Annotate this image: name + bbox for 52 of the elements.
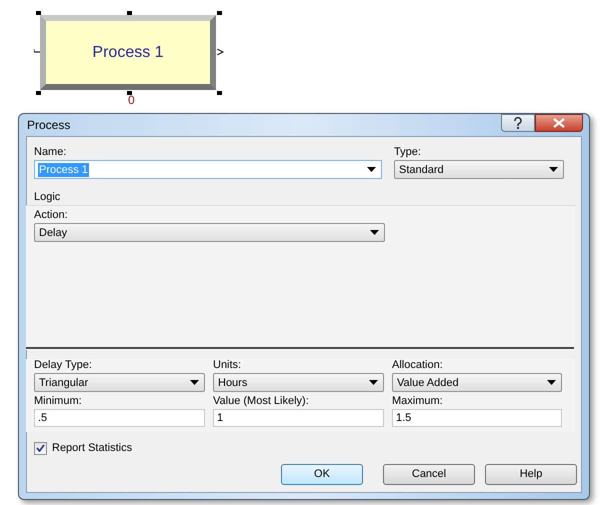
dropdown-arrow-icon <box>367 167 376 172</box>
field-value: Standard <box>398 162 445 176</box>
selection-handle[interactable] <box>127 11 132 15</box>
exit-point-icon <box>217 49 224 55</box>
field-label: Minimum: <box>34 395 83 408</box>
dropdown[interactable]: Triangular <box>34 373 205 392</box>
window-title: Process <box>27 117 70 134</box>
type-dropdown[interactable]: Standard <box>394 160 564 179</box>
selection-handle[interactable] <box>36 91 41 95</box>
field-value: Hours <box>217 376 248 390</box>
text-field[interactable]: 1 <box>213 409 384 427</box>
selection-handle[interactable] <box>36 11 41 15</box>
field-label: Allocation: <box>392 359 444 372</box>
field-value: Process 1 <box>38 162 89 176</box>
selection-handle[interactable] <box>217 91 222 95</box>
help-button[interactable] <box>501 114 535 132</box>
dropdown-arrow-icon <box>370 230 379 235</box>
dialog-button[interactable]: Cancel <box>383 464 475 484</box>
dropdown-arrow-icon <box>549 167 558 172</box>
field-value: Triangular <box>38 376 90 390</box>
field-label: Delay Type: <box>34 359 93 372</box>
field-label: Value (Most Likely): <box>213 395 310 408</box>
checkbox-label: Report Statistics <box>52 441 132 456</box>
process-module[interactable]: Process 1 <box>40 15 216 90</box>
action-dropdown[interactable]: Delay <box>34 223 385 242</box>
dialog-button[interactable]: Help <box>485 464 577 484</box>
field-label: Name: <box>34 146 68 159</box>
dialog-button[interactable]: OK <box>281 464 363 484</box>
field-label: Maximum: <box>392 395 444 408</box>
field-value: Delay <box>38 226 68 240</box>
entry-point-icon <box>34 49 40 53</box>
dropdown[interactable]: Value Added <box>392 373 562 392</box>
dropdown-arrow-icon <box>190 380 199 385</box>
checkbox[interactable] <box>34 442 47 455</box>
text-field[interactable]: 1.5 <box>392 409 562 427</box>
field-label: Action: <box>34 209 69 222</box>
dropdown[interactable]: Hours <box>213 373 384 392</box>
close-icon <box>553 118 565 128</box>
group-title: Logic <box>34 191 62 204</box>
field-label: Type: <box>394 146 422 159</box>
counter-value: 0 <box>128 93 135 107</box>
text-field[interactable]: .5 <box>34 409 205 427</box>
check-icon <box>36 444 45 452</box>
field-label: Units: <box>213 359 242 372</box>
field-value: Value Added <box>396 376 460 390</box>
module-label: Process 1 <box>92 42 164 62</box>
dropdown-arrow-icon <box>369 380 378 385</box>
dropdown-arrow-icon <box>547 380 556 385</box>
close-button[interactable] <box>535 114 583 132</box>
selection-handle[interactable] <box>217 11 222 15</box>
selection-handle[interactable] <box>127 91 132 95</box>
question-mark-icon <box>513 117 523 129</box>
